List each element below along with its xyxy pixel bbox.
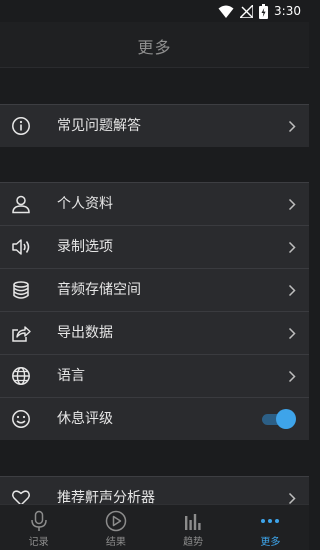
chevron-right-icon (288, 241, 296, 254)
toggle-knob (276, 409, 296, 429)
nav-results[interactable]: 结果 (77, 505, 154, 550)
audio-storage-row[interactable]: 音频存储空间 (0, 268, 309, 311)
bar-chart-icon (182, 510, 204, 532)
no-signal-icon (240, 4, 254, 18)
app-header: 更多 (0, 22, 309, 68)
microphone-icon (28, 510, 50, 532)
chevron-right-icon (288, 370, 296, 383)
settings-group-help: 常见问题解答 (0, 104, 309, 147)
status-bar: 3:30 (0, 0, 309, 22)
rest-rating-label: 休息评级 (57, 411, 113, 427)
settings-group-main: 个人资料 录制选项 音频存储空间 导出数据 语言 休息评级 (0, 182, 309, 440)
nav-record-label: 记录 (28, 537, 49, 548)
nav-more-label: 更多 (260, 537, 281, 548)
export-data-row[interactable]: 导出数据 (0, 311, 309, 354)
page-title: 更多 (137, 38, 172, 57)
nav-trends-label: 趋势 (183, 537, 204, 548)
profile-label: 个人资料 (57, 196, 113, 212)
chevron-right-icon (288, 327, 296, 340)
audio-storage-label: 音频存储空间 (57, 282, 141, 298)
rest-rating-row: 休息评级 (0, 397, 309, 440)
chevron-right-icon (288, 120, 296, 133)
recording-options-label: 录制选项 (57, 239, 113, 255)
export-data-label: 导出数据 (57, 325, 113, 341)
rest-rating-toggle[interactable] (262, 409, 296, 429)
globe-icon (11, 366, 31, 386)
user-icon (11, 194, 31, 214)
wifi-icon (218, 5, 234, 18)
language-row[interactable]: 语言 (0, 354, 309, 397)
profile-row[interactable]: 个人资料 (0, 182, 309, 225)
nav-record[interactable]: 记录 (0, 505, 77, 550)
section-gap (0, 148, 309, 182)
nav-trends[interactable]: 趋势 (155, 505, 232, 550)
more-dots-icon (259, 510, 281, 532)
nav-results-label: 结果 (105, 537, 126, 548)
section-gap (0, 440, 309, 476)
chevron-right-icon (288, 198, 296, 211)
info-icon (11, 116, 31, 136)
status-time: 3:30 (274, 4, 301, 18)
database-icon (11, 280, 31, 300)
smiley-icon (11, 409, 31, 429)
status-icons: 3:30 (218, 3, 301, 19)
play-circle-icon (105, 510, 127, 532)
share-icon (11, 323, 31, 343)
speaker-icon (11, 237, 31, 257)
battery-charging-icon (259, 3, 269, 19)
faq-row[interactable]: 常见问题解答 (0, 104, 309, 147)
chevron-right-icon (288, 284, 296, 297)
nav-more[interactable]: 更多 (232, 505, 309, 550)
section-gap (0, 69, 309, 104)
bottom-nav: 记录 结果 趋势 更多 (0, 504, 309, 550)
recording-options-row[interactable]: 录制选项 (0, 225, 309, 268)
language-label: 语言 (57, 368, 85, 384)
faq-label: 常见问题解答 (57, 118, 141, 134)
